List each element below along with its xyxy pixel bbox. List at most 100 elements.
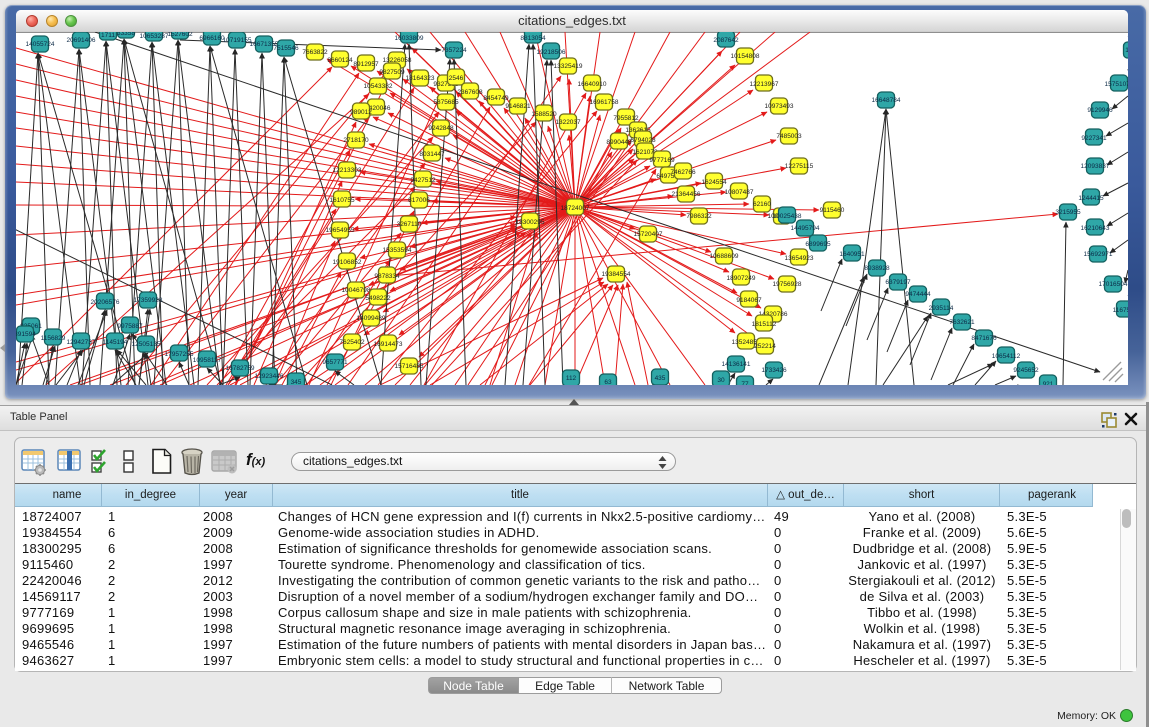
svg-text:14055724: 14055724 — [26, 41, 55, 48]
svg-text:7663822: 7663822 — [302, 49, 328, 56]
svg-text:9474444: 9474444 — [905, 291, 931, 298]
svg-text:12505135: 12505135 — [132, 341, 161, 348]
svg-text:10973493: 10973493 — [765, 103, 794, 110]
svg-text:9427512: 9427512 — [410, 177, 436, 184]
svg-text:7986322: 7986322 — [686, 213, 712, 220]
svg-text:30: 30 — [717, 377, 725, 384]
svg-text:10654112: 10654112 — [992, 353, 1021, 360]
svg-text:7625402: 7625402 — [339, 339, 365, 346]
svg-text:10958117: 10958117 — [193, 357, 222, 364]
svg-text:5875685: 5875685 — [433, 99, 459, 106]
svg-text:8813054: 8813054 — [520, 35, 546, 42]
svg-text:14136141: 14136141 — [722, 361, 751, 368]
svg-text:3267110: 3267110 — [397, 221, 422, 228]
svg-text:1145194: 1145194 — [103, 339, 128, 346]
svg-text:12923446: 12923446 — [255, 373, 284, 380]
svg-text:1527602: 1527602 — [167, 32, 193, 38]
svg-text:77: 77 — [741, 381, 749, 385]
svg-text:7357224: 7357224 — [441, 47, 467, 54]
svg-text:20206576: 20206576 — [91, 299, 120, 306]
svg-text:19218506: 19218506 — [537, 49, 566, 56]
svg-text:921: 921 — [1043, 381, 1054, 385]
svg-text:18724007: 18724007 — [561, 205, 590, 212]
svg-text:15692971: 15692971 — [1084, 251, 1113, 258]
svg-text:63: 63 — [604, 379, 612, 385]
svg-text:2546: 2546 — [449, 75, 464, 82]
svg-text:345: 345 — [291, 379, 302, 385]
svg-text:16210643: 16210643 — [1081, 225, 1110, 232]
svg-text:10653287: 10653287 — [140, 33, 169, 40]
svg-text:7632621: 7632621 — [949, 319, 975, 326]
svg-text:9227341: 9227341 — [1081, 135, 1107, 142]
svg-text:989012: 989012 — [350, 109, 372, 116]
svg-text:19384554: 19384554 — [602, 271, 631, 278]
svg-text:2935114: 2935114 — [929, 305, 954, 312]
svg-text:17016504: 17016504 — [1099, 281, 1128, 288]
svg-text:7955812: 7955812 — [613, 115, 639, 122]
svg-text:20691406: 20691406 — [67, 37, 96, 44]
svg-text:10154808: 10154808 — [731, 53, 760, 60]
svg-text:8990448: 8990448 — [606, 139, 632, 146]
svg-text:10046798: 10046798 — [342, 287, 371, 294]
svg-text:9245652: 9245652 — [1013, 367, 1039, 374]
svg-text:9129946: 9129946 — [1087, 107, 1113, 114]
svg-text:9878334: 9878334 — [374, 273, 400, 280]
svg-text:2718170: 2718170 — [343, 137, 369, 144]
svg-text:18164323: 18164323 — [406, 75, 435, 82]
svg-text:16782759: 16782759 — [226, 365, 255, 372]
svg-text:12093837: 12093837 — [1081, 163, 1110, 170]
svg-text:19654955: 19654955 — [326, 227, 355, 234]
svg-text:33358: 33358 — [117, 32, 135, 37]
svg-text:1815112: 1815112 — [752, 321, 777, 328]
svg-text:112: 112 — [566, 375, 577, 382]
svg-text:8912957: 8912957 — [353, 61, 379, 68]
svg-text:8938928: 8938928 — [864, 265, 890, 272]
svg-text:9242848: 9242848 — [428, 125, 454, 132]
svg-text:1711: 1711 — [101, 32, 115, 39]
svg-text:9115460: 9115460 — [820, 207, 845, 214]
svg-text:1244415: 1244415 — [1078, 195, 1104, 202]
svg-text:19756928: 19756928 — [773, 281, 802, 288]
svg-text:6966160: 6966160 — [199, 35, 225, 42]
svg-text:8471676: 8471676 — [971, 335, 997, 342]
svg-text:17359928: 17359928 — [134, 297, 163, 304]
svg-text:817006: 817006 — [408, 197, 430, 204]
svg-text:18907249: 18907249 — [727, 275, 756, 282]
svg-text:12942737: 12942737 — [67, 339, 96, 346]
svg-text:16648784: 16648784 — [872, 97, 901, 104]
svg-text:1588520: 1588520 — [531, 111, 557, 118]
svg-text:391594: 391594 — [16, 331, 36, 338]
svg-text:7485003: 7485003 — [776, 133, 802, 140]
svg-text:10543382: 10543382 — [364, 83, 393, 90]
svg-text:435: 435 — [655, 375, 666, 382]
svg-text:5498222: 5498222 — [365, 295, 391, 302]
svg-text:16033809: 16033809 — [395, 35, 424, 42]
svg-text:15751074: 15751074 — [1105, 81, 1128, 88]
svg-text:2087642: 2087642 — [713, 37, 739, 44]
svg-text:16914473: 16914473 — [374, 341, 403, 348]
svg-text:1322037: 1322037 — [555, 119, 581, 126]
svg-text:13654923: 13654923 — [785, 255, 814, 262]
svg-text:7515546: 7515546 — [273, 45, 299, 52]
svg-text:15353594: 15353594 — [383, 247, 412, 254]
svg-text:21364456: 21364456 — [672, 191, 701, 198]
svg-text:1733426: 1733426 — [761, 367, 787, 374]
svg-text:252214: 252214 — [754, 343, 776, 350]
svg-text:13325419: 13325419 — [554, 63, 583, 70]
svg-text:10807487: 10807487 — [725, 189, 754, 196]
svg-text:18300295: 18300295 — [516, 219, 545, 226]
svg-text:3215955: 3215955 — [1055, 209, 1081, 216]
svg-text:17957255: 17957255 — [165, 351, 194, 358]
svg-text:9975887: 9975887 — [117, 323, 143, 330]
svg-text:12213303: 12213303 — [333, 167, 362, 174]
svg-text:6899695: 6899695 — [805, 241, 831, 248]
svg-text:1117: 1117 — [1125, 47, 1128, 54]
svg-text:12275115: 12275115 — [785, 163, 814, 170]
svg-text:1610755: 1610755 — [329, 197, 355, 204]
svg-text:6379197: 6379197 — [885, 279, 911, 286]
svg-text:12213967: 12213967 — [750, 81, 779, 88]
svg-text:10719155: 10719155 — [223, 37, 252, 44]
svg-text:10025438: 10025438 — [773, 213, 802, 220]
svg-text:15716485: 15716485 — [395, 363, 424, 370]
svg-text:16640910: 16640910 — [578, 81, 607, 88]
